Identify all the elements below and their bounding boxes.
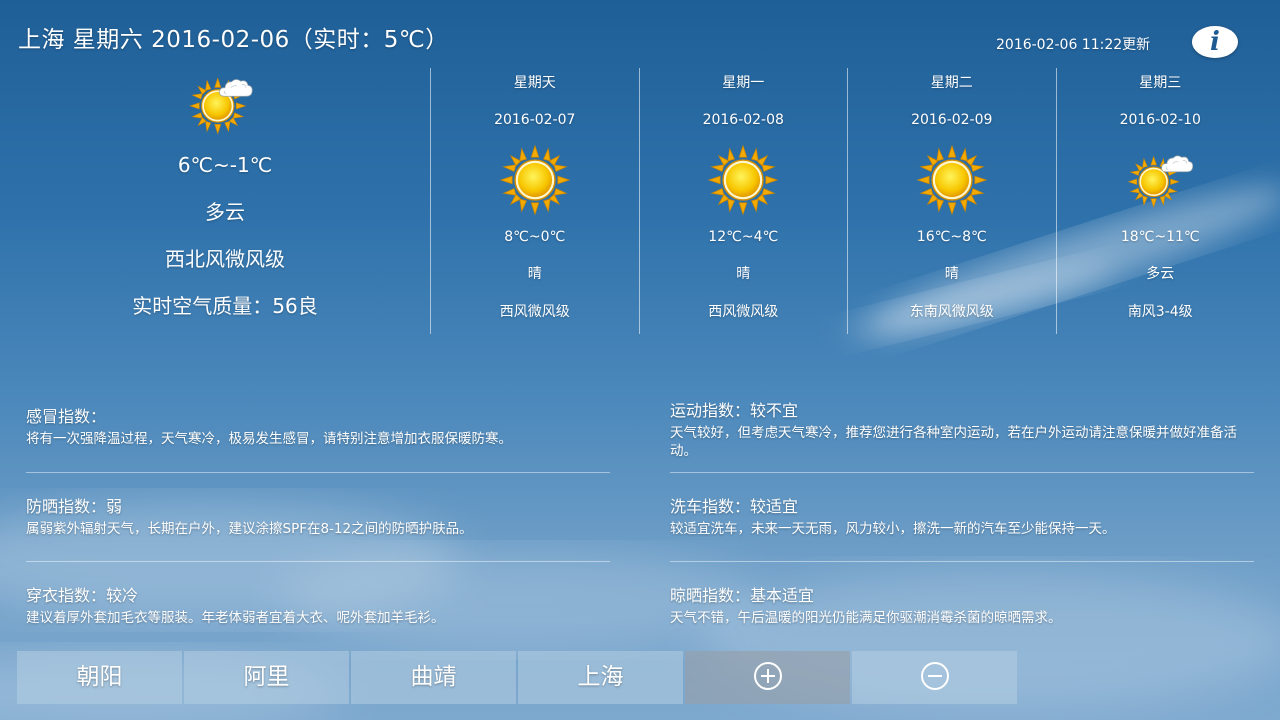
forecast-condition: 多云: [1146, 266, 1175, 282]
city-button-chaoyang[interactable]: 朝阳: [17, 651, 182, 704]
index-sport: 运动指数：较不宜 天气较好，但考虑天气寒冷，推荐您进行各种室内运动，若在户外运动…: [670, 398, 1254, 460]
forecast-date: 2016-02-10: [1119, 112, 1201, 128]
today-temp-range: 6℃~-1℃: [177, 153, 273, 177]
forecast-temp: 8℃~0℃: [504, 229, 566, 245]
forecast-date: 2016-02-07: [494, 112, 576, 128]
forecast-weekday: 星期天: [513, 75, 556, 91]
today-air-quality: 实时空气质量：56良: [132, 294, 318, 318]
forecast-wind: 西风微风级: [499, 304, 570, 320]
forecast-day: 星期三 2016-02-10 18℃~11℃ 多云 南风3-4级: [1055, 68, 1265, 334]
forecast-weekday: 星期二: [930, 75, 973, 91]
info-button[interactable]: i: [1192, 26, 1238, 58]
index-title: 晾晒指数：基本适宜: [670, 586, 815, 605]
forecast-condition: 晴: [944, 266, 959, 282]
forecast-wind: 南风3-4级: [1127, 304, 1193, 320]
info-icon: i: [1210, 27, 1220, 57]
remove-city-button[interactable]: [852, 651, 1017, 704]
forecast-temp: 12℃~4℃: [708, 229, 779, 245]
divider: [26, 561, 610, 562]
city-bar: 朝阳 阿里 曲靖 上海: [17, 651, 1017, 704]
index-desc: 天气较好，但考虑天气寒冷，推荐您进行各种室内运动，若在户外运动请注意保暖并做好准…: [670, 425, 1237, 459]
forecast-date: 2016-02-08: [702, 112, 784, 128]
index-title: 感冒指数：: [26, 407, 107, 426]
forecast-temp: 18℃~11℃: [1120, 229, 1200, 245]
sunny-cloudy-icon: [1128, 155, 1194, 208]
index-drying: 晾晒指数：基本适宜 天气不错，午后温暖的阳光仍能满足你驱潮消霉杀菌的晾晒需求。: [670, 583, 1254, 627]
forecast-temp: 16℃~8℃: [916, 229, 987, 245]
index-desc: 建议着厚外套加毛衣等服装。年老体弱者宜着大衣、呢外套加羊毛衫。: [26, 610, 445, 626]
forecast-day: 星期天 2016-02-07 8℃~0℃ 晴 西风微风级: [430, 68, 639, 334]
index-cold: 感冒指数： 将有一次强降温过程，天气寒冷，极易发生感冒，请特别注意增加衣服保暖防…: [26, 404, 610, 448]
forecast-wind: 东南风微风级: [909, 304, 994, 320]
sunny-icon: [708, 145, 779, 215]
sunny-icon: [499, 145, 570, 215]
forecast-weekday: 星期三: [1139, 75, 1182, 91]
divider: [670, 561, 1254, 562]
forecast-row: 星期天 2016-02-07 8℃~0℃ 晴 西风微风级 星期一 2016-02…: [430, 68, 1264, 334]
index-title: 洗车指数：较适宜: [670, 497, 799, 516]
add-city-button[interactable]: [685, 651, 850, 704]
sunny-cloudy-icon: [189, 77, 253, 135]
forecast-date: 2016-02-09: [911, 112, 993, 128]
index-desc: 天气不错，午后温暖的阳光仍能满足你驱潮消霉杀菌的晾晒需求。: [670, 610, 1062, 626]
today-condition: 多云: [205, 200, 245, 224]
index-title: 运动指数：较不宜: [670, 401, 799, 420]
index-desc: 属弱紫外辐射天气，长期在户外，建议涂擦SPF在8-12之间的防晒护肤品。: [26, 521, 473, 537]
index-title: 穿衣指数：较冷: [26, 586, 139, 605]
index-title: 防晒指数：弱: [26, 497, 123, 516]
divider: [670, 472, 1254, 473]
city-button-ali[interactable]: 阿里: [184, 651, 349, 704]
forecast-condition: 晴: [527, 266, 542, 282]
page-title: 上海 星期六 2016-02-06（实时：5℃）: [18, 27, 449, 53]
index-dressing: 穿衣指数：较冷 建议着厚外套加毛衣等服装。年老体弱者宜着大衣、呢外套加羊毛衫。: [26, 583, 610, 627]
divider: [26, 472, 610, 473]
sunny-icon: [916, 145, 987, 215]
index-carwash: 洗车指数：较适宜 较适宜洗车，未来一天无雨，风力较小，擦洗一新的汽车至少能保持一…: [670, 494, 1254, 538]
minus-circle-icon: [920, 661, 949, 690]
city-button-shanghai[interactable]: 上海: [518, 651, 683, 704]
forecast-day: 星期二 2016-02-09 16℃~8℃ 晴 东南风微风级: [847, 68, 1056, 334]
forecast-day: 星期一 2016-02-08 12℃~4℃ 晴 西风微风级: [638, 68, 848, 334]
city-button-qujing[interactable]: 曲靖: [351, 651, 516, 704]
today-wind: 西北风微风级: [165, 247, 285, 271]
update-time: 2016-02-06 11:22更新: [996, 37, 1151, 53]
index-sunscreen: 防晒指数：弱 属弱紫外辐射天气，长期在户外，建议涂擦SPF在8-12之间的防晒护…: [26, 494, 610, 538]
forecast-condition: 晴: [736, 266, 751, 282]
index-desc: 较适宜洗车，未来一天无雨，风力较小，擦洗一新的汽车至少能保持一天。: [670, 521, 1116, 537]
plus-circle-icon: [753, 661, 782, 690]
forecast-weekday: 星期一: [722, 75, 765, 91]
forecast-wind: 西风微风级: [708, 304, 779, 320]
today-panel: 6℃~-1℃ 多云 西北风微风级 实时空气质量：56良: [40, 70, 410, 330]
index-desc: 将有一次强降温过程，天气寒冷，极易发生感冒，请特别注意增加衣服保暖防寒。: [26, 431, 512, 447]
